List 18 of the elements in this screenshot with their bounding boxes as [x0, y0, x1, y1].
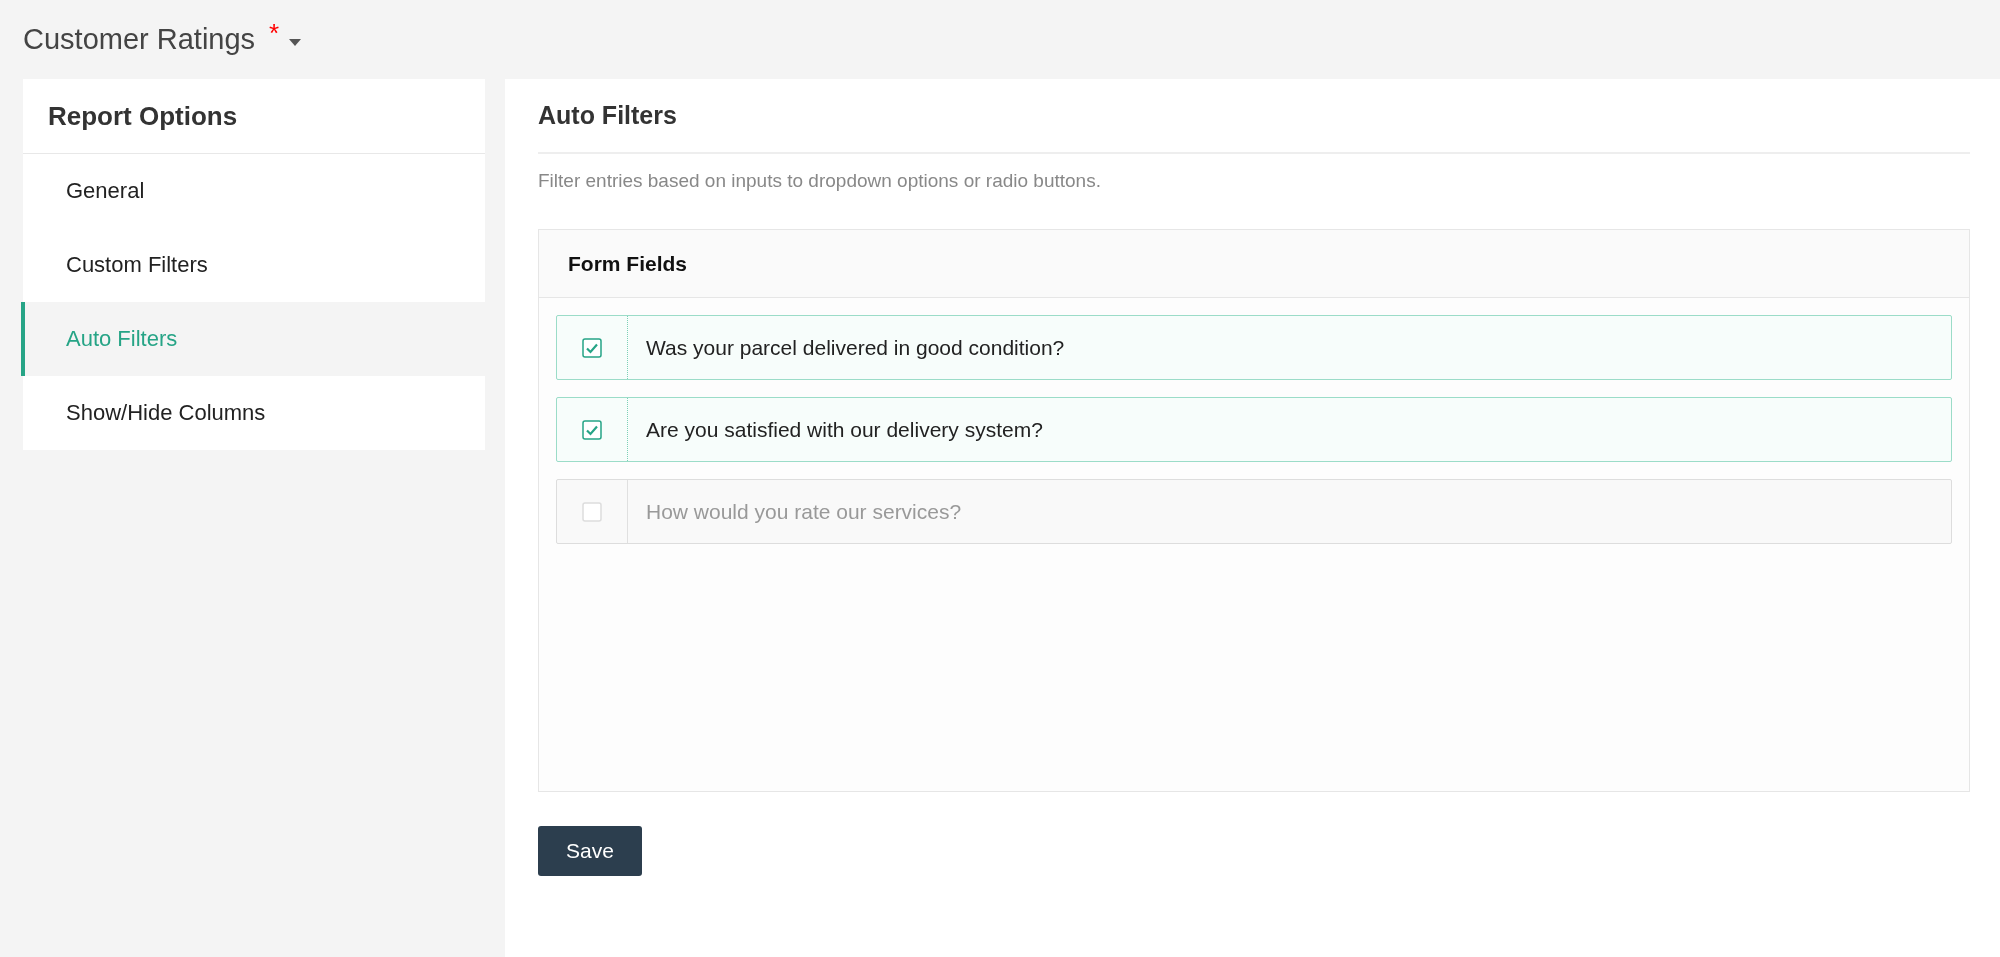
section-description: Filter entries based on inputs to dropdown options or radio buttons. — [538, 170, 1102, 192]
field-row[interactable]: Was your parcel delivered in good condition? — [556, 315, 1952, 380]
field-label: Are you satisfied with our delivery system? — [645, 417, 1043, 442]
caret-icon[interactable] — [289, 39, 302, 46]
sidebar-title: Report Options — [48, 100, 238, 132]
form-fields-title: Form Fields — [568, 251, 688, 276]
field-row[interactable]: Are you satisfied with our delivery system? — [556, 397, 1952, 462]
save-button[interactable]: Save — [538, 826, 642, 876]
section-title: Auto Filters — [538, 100, 678, 131]
field-label: Was your parcel delivered in good condition? — [645, 335, 1065, 360]
required-mark: * — [269, 18, 280, 49]
sidebar-item[interactable]: General — [21, 154, 485, 228]
report-title: Customer Ratings — [23, 23, 256, 56]
field-label: How would you rate our services? — [645, 499, 962, 524]
checkbox[interactable] — [582, 337, 602, 358]
sidebar-item[interactable]: Show/Hide Columns — [21, 376, 485, 450]
checkbox[interactable] — [582, 419, 602, 440]
sidebar-item[interactable]: Custom Filters — [21, 228, 485, 302]
